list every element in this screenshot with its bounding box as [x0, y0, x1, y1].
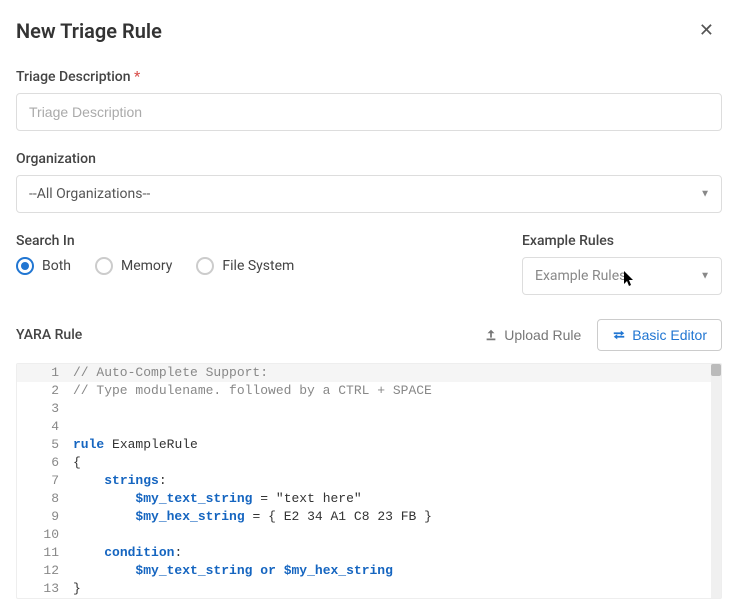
- swap-icon: [612, 328, 626, 342]
- code-line[interactable]: 12 $my_text_string or $my_hex_string: [17, 562, 721, 580]
- line-number: 7: [17, 472, 73, 490]
- code-line[interactable]: 4: [17, 418, 721, 436]
- code-line[interactable]: 3: [17, 400, 721, 418]
- line-number: 2: [17, 382, 73, 400]
- code-line[interactable]: 6{: [17, 454, 721, 472]
- code-content[interactable]: $my_text_string = "text here": [73, 490, 721, 508]
- radio-label: Memory: [121, 258, 172, 274]
- search-in-radio-filesystem[interactable]: File System: [196, 257, 294, 275]
- yara-code-editor[interactable]: 1// Auto-Complete Support:2// Type modul…: [16, 363, 722, 599]
- scrollbar-thumb[interactable]: [711, 364, 721, 376]
- search-in-label: Search In: [16, 233, 498, 249]
- code-line[interactable]: 13}: [17, 580, 721, 598]
- code-line[interactable]: 5rule ExampleRule: [17, 436, 721, 454]
- line-number: 13: [17, 580, 73, 598]
- code-line[interactable]: 11 condition:: [17, 544, 721, 562]
- line-number: 10: [17, 526, 73, 544]
- triage-description-input[interactable]: [16, 93, 722, 131]
- scrollbar-track[interactable]: [711, 364, 721, 598]
- code-line[interactable]: 8 $my_text_string = "text here": [17, 490, 721, 508]
- triage-description-label: Triage Description *: [16, 69, 722, 85]
- line-number: 8: [17, 490, 73, 508]
- code-content[interactable]: [73, 526, 721, 544]
- search-in-radio-group: Both Memory File System: [16, 257, 498, 275]
- upload-rule-button[interactable]: Upload Rule: [484, 327, 581, 343]
- cursor-icon: [624, 271, 636, 287]
- line-number: 3: [17, 400, 73, 418]
- example-rules-select[interactable]: Example Rules: [522, 257, 722, 295]
- code-content[interactable]: // Auto-Complete Support:: [73, 364, 721, 382]
- code-content[interactable]: [73, 418, 721, 436]
- basic-editor-label: Basic Editor: [632, 327, 707, 343]
- line-number: 11: [17, 544, 73, 562]
- required-asterisk: *: [134, 69, 140, 85]
- close-button[interactable]: ✕: [691, 16, 722, 45]
- code-line[interactable]: 1// Auto-Complete Support:: [17, 364, 721, 382]
- organization-select[interactable]: --All Organizations--: [16, 175, 722, 213]
- code-line[interactable]: 10: [17, 526, 721, 544]
- radio-label: File System: [222, 258, 294, 274]
- search-in-radio-memory[interactable]: Memory: [95, 257, 172, 275]
- code-content[interactable]: strings:: [73, 472, 721, 490]
- search-in-radio-both[interactable]: Both: [16, 257, 71, 275]
- code-line[interactable]: 2// Type modulename. followed by a CTRL …: [17, 382, 721, 400]
- code-content[interactable]: rule ExampleRule: [73, 436, 721, 454]
- code-line[interactable]: 7 strings:: [17, 472, 721, 490]
- basic-editor-button[interactable]: Basic Editor: [597, 319, 722, 351]
- radio-icon: [196, 257, 214, 275]
- upload-rule-label: Upload Rule: [504, 327, 581, 343]
- code-content[interactable]: condition:: [73, 544, 721, 562]
- organization-label: Organization: [16, 151, 722, 167]
- code-content[interactable]: $my_text_string or $my_hex_string: [73, 562, 721, 580]
- code-content[interactable]: $my_hex_string = { E2 34 A1 C8 23 FB }: [73, 508, 721, 526]
- upload-icon: [484, 328, 498, 342]
- line-number: 6: [17, 454, 73, 472]
- code-content[interactable]: }: [73, 580, 721, 598]
- code-line[interactable]: 9 $my_hex_string = { E2 34 A1 C8 23 FB }: [17, 508, 721, 526]
- close-icon: ✕: [699, 20, 714, 40]
- code-content[interactable]: [73, 400, 721, 418]
- code-content[interactable]: {: [73, 454, 721, 472]
- yara-rule-label: YARA Rule: [16, 327, 82, 343]
- dialog-title: New Triage Rule: [16, 19, 162, 43]
- line-number: 1: [17, 364, 73, 382]
- line-number: 4: [17, 418, 73, 436]
- code-content[interactable]: // Type modulename. followed by a CTRL +…: [73, 382, 721, 400]
- line-number: 12: [17, 562, 73, 580]
- radio-icon: [95, 257, 113, 275]
- radio-label: Both: [42, 258, 71, 274]
- line-number: 9: [17, 508, 73, 526]
- radio-icon: [16, 257, 34, 275]
- line-number: 5: [17, 436, 73, 454]
- example-rules-label: Example Rules: [522, 233, 722, 249]
